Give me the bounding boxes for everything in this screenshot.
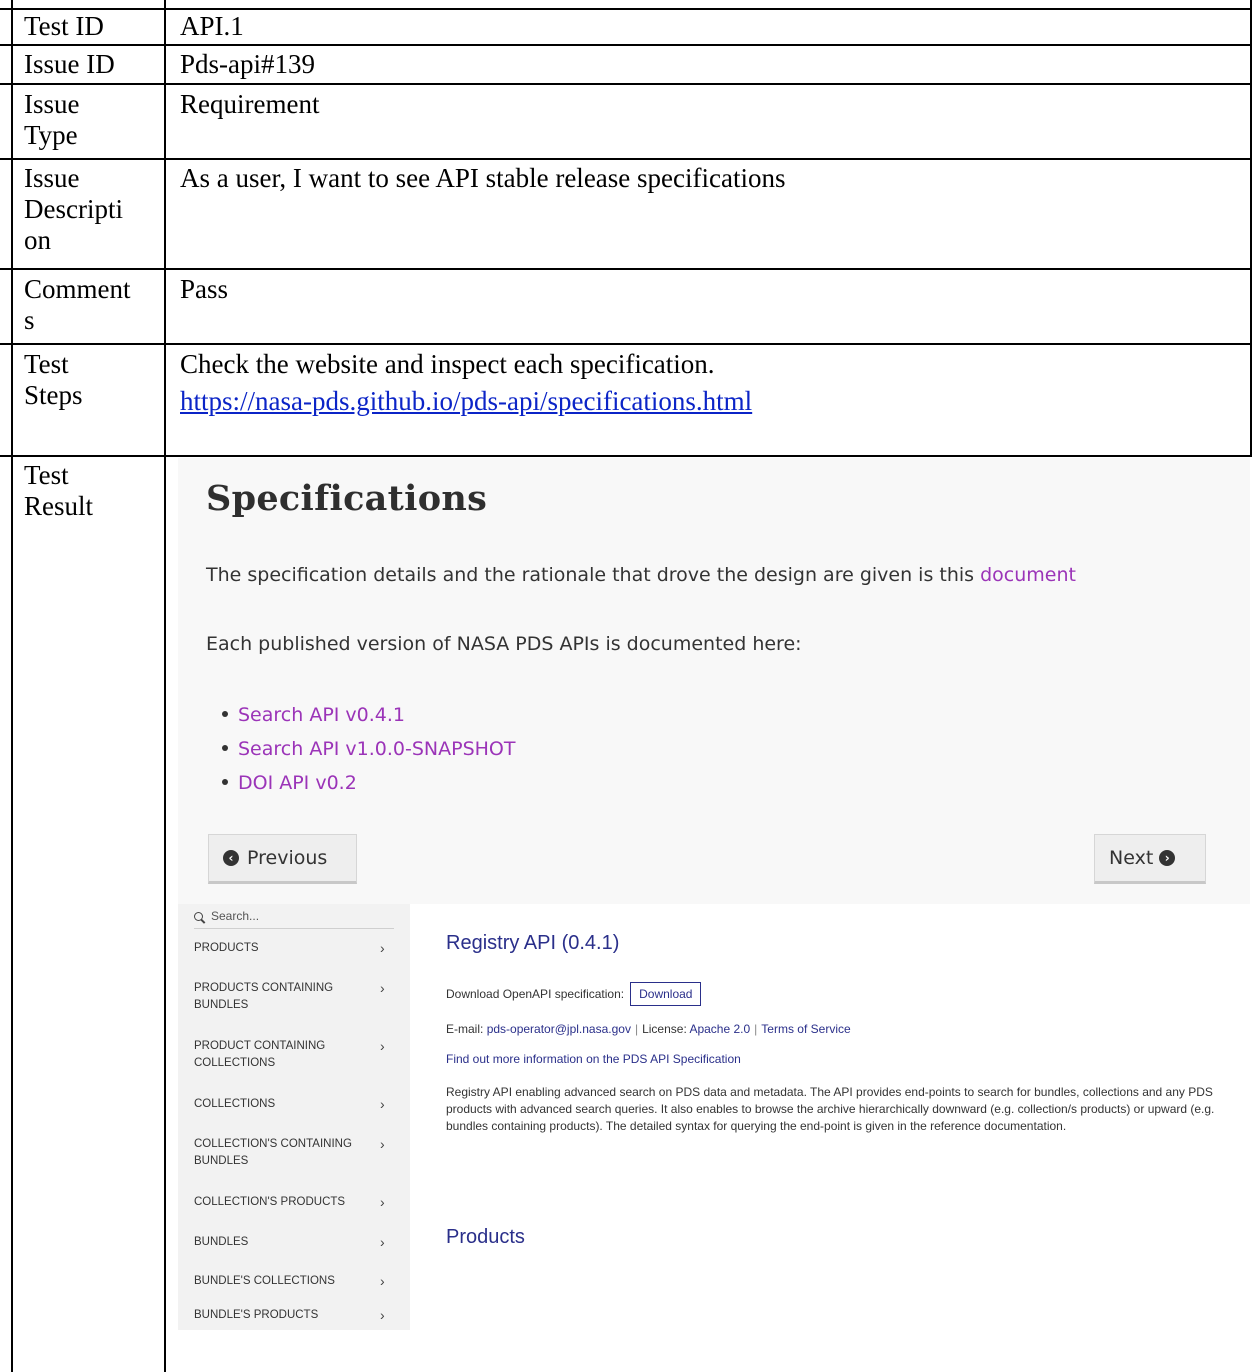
sidebar-item-bundles[interactable]: BUNDLES › xyxy=(194,1234,404,1251)
table-border xyxy=(0,83,1252,85)
specifications-link[interactable]: https://nasa-pds.github.io/pds-api/speci… xyxy=(180,386,1240,417)
arrow-right-icon: › xyxy=(1159,850,1176,866)
separator: | xyxy=(634,1022,639,1036)
search-placeholder: Search... xyxy=(211,909,260,923)
sidebar-item-label: BUNDLES xyxy=(194,1236,249,1248)
download-row: Download OpenAPI specification: Download xyxy=(446,982,702,1006)
table-border xyxy=(0,44,1252,46)
chevron-right-icon: › xyxy=(380,940,385,956)
email-label: E-mail: xyxy=(446,1022,484,1036)
table-border xyxy=(11,0,13,1372)
search-input[interactable]: Search... xyxy=(194,904,394,929)
chevron-right-icon: › xyxy=(380,1038,385,1054)
sidebar-item-product-containing-collections[interactable]: PRODUCT CONTAINING COLLECTIONS › xyxy=(194,1038,404,1072)
list-item[interactable]: Search API v1.0.0-SNAPSHOT xyxy=(206,732,516,766)
next-label: Next xyxy=(1109,847,1154,869)
sidebar-item-label: PRODUCTS CONTAINING BUNDLES xyxy=(194,982,334,1011)
version-link[interactable]: Search API v0.4.1 xyxy=(238,704,405,726)
table-border xyxy=(0,8,1252,10)
previous-label: Previous xyxy=(247,847,328,869)
row-value-comments: Pass xyxy=(180,274,229,304)
next-button[interactable]: Next › xyxy=(1094,834,1206,884)
license-link[interactable]: Apache 2.0 xyxy=(689,1022,750,1036)
version-link[interactable]: Search API v1.0.0-SNAPSHOT xyxy=(238,738,516,760)
sidebar-item-collections[interactable]: COLLECTIONS › xyxy=(194,1096,404,1113)
row-value-test-id: API.1 xyxy=(180,11,244,41)
versions-list: Search API v0.4.1 Search API v1.0.0-SNAP… xyxy=(206,698,516,800)
specifications-screenshot: Specifications The specification details… xyxy=(178,458,1250,904)
row-label-test-result: Test Result xyxy=(24,460,94,521)
sidebar-item-products-containing-bundles[interactable]: PRODUCTS CONTAINING BUNDLES › xyxy=(194,980,404,1014)
table-border xyxy=(0,343,1252,345)
version-link[interactable]: DOI API v0.2 xyxy=(238,772,357,794)
document-link[interactable]: document xyxy=(980,564,1076,586)
bullet-icon xyxy=(222,778,228,785)
find-out-more-link[interactable]: Find out more information on the PDS API… xyxy=(446,1052,741,1066)
chevron-right-icon: › xyxy=(380,1194,385,1210)
row-value-issue-type: Requirement xyxy=(180,89,320,119)
table-border xyxy=(0,158,1252,160)
registry-title: Registry API (0.4.1) xyxy=(446,932,620,954)
list-item[interactable]: DOI API v0.2 xyxy=(206,766,516,800)
download-button[interactable]: Download xyxy=(630,982,702,1006)
api-description: Registry API enabling advanced search on… xyxy=(446,1085,1215,1133)
sidebar-item-collections-containing-bundles[interactable]: COLLECTION'S CONTAINING BUNDLES › xyxy=(194,1136,404,1170)
sidebar: Search... PRODUCTS › PRODUCTS CONTAINING … xyxy=(178,904,410,1330)
row-label-issue-type: Issue Type xyxy=(24,89,80,150)
sidebar-item-label: COLLECTIONS xyxy=(194,1098,276,1110)
sidebar-item-label: COLLECTION'S CONTAINING BUNDLES xyxy=(194,1138,352,1167)
email-link[interactable]: pds-operator@jpl.nasa.gov xyxy=(487,1022,631,1036)
sidebar-item-label: PRODUCTS xyxy=(194,942,259,954)
page-title: Specifications xyxy=(206,478,488,519)
sidebar-item-bundles-products[interactable]: BUNDLE'S PRODUCTS › xyxy=(194,1307,404,1324)
row-label-test-id: Test ID xyxy=(24,11,104,41)
registry-api-screenshot: Search... PRODUCTS › PRODUCTS CONTAINING … xyxy=(178,904,1250,1330)
row-value-issue-description: As a user, I want to see API stable rele… xyxy=(180,163,786,193)
sidebar-item-label: BUNDLE'S PRODUCTS xyxy=(194,1309,319,1321)
row-label-test-steps: Test Steps xyxy=(24,349,83,410)
search-icon xyxy=(194,911,203,921)
products-section-title: Products xyxy=(446,1226,525,1248)
row-label-issue-description: Issue Descripti on xyxy=(24,163,123,255)
sidebar-item-products[interactable]: PRODUCTS › xyxy=(194,940,404,957)
table-border xyxy=(0,455,1252,457)
row-label-issue-id: Issue ID xyxy=(24,49,115,79)
sidebar-item-label: PRODUCT CONTAINING COLLECTIONS xyxy=(194,1040,326,1069)
list-item[interactable]: Search API v0.4.1 xyxy=(206,698,516,732)
bullet-icon xyxy=(222,744,228,751)
download-label: Download OpenAPI specification: xyxy=(446,987,625,1001)
chevron-right-icon: › xyxy=(380,980,385,996)
previous-button[interactable]: ‹ Previous xyxy=(208,834,357,884)
table-border xyxy=(0,268,1252,270)
intro-text: The specification details and the ration… xyxy=(206,564,975,586)
row-value-issue-id: Pds-api#139 xyxy=(180,49,315,79)
intro-paragraph: The specification details and the ration… xyxy=(206,564,1076,586)
separator: | xyxy=(754,1022,758,1036)
table-border xyxy=(164,0,166,1372)
terms-link[interactable]: Terms of Service xyxy=(761,1022,850,1036)
arrow-left-icon: ‹ xyxy=(223,850,239,866)
chevron-right-icon: › xyxy=(380,1273,385,1289)
sidebar-item-label: COLLECTION'S PRODUCTS xyxy=(194,1196,346,1208)
chevron-right-icon: › xyxy=(380,1307,385,1323)
contact-meta: E-mail: pds-operator@jpl.nasa.gov | Licens… xyxy=(446,1022,851,1036)
row-label-comments: Comment s xyxy=(24,274,131,335)
chevron-right-icon: › xyxy=(380,1096,385,1112)
chevron-right-icon: › xyxy=(380,1136,385,1152)
bullet-icon xyxy=(222,710,228,717)
row-value-test-steps: Check the website and inspect each speci… xyxy=(180,349,715,379)
sidebar-item-collections-products[interactable]: COLLECTION'S PRODUCTS › xyxy=(194,1194,404,1211)
sidebar-item-label: BUNDLE'S COLLECTIONS xyxy=(194,1275,335,1287)
sidebar-item-bundles-collections[interactable]: BUNDLE'S COLLECTIONS › xyxy=(194,1273,404,1290)
chevron-right-icon: › xyxy=(380,1234,385,1250)
license-label: License: xyxy=(642,1022,687,1036)
versions-intro: Each published version of NASA PDS APIs … xyxy=(206,633,802,655)
